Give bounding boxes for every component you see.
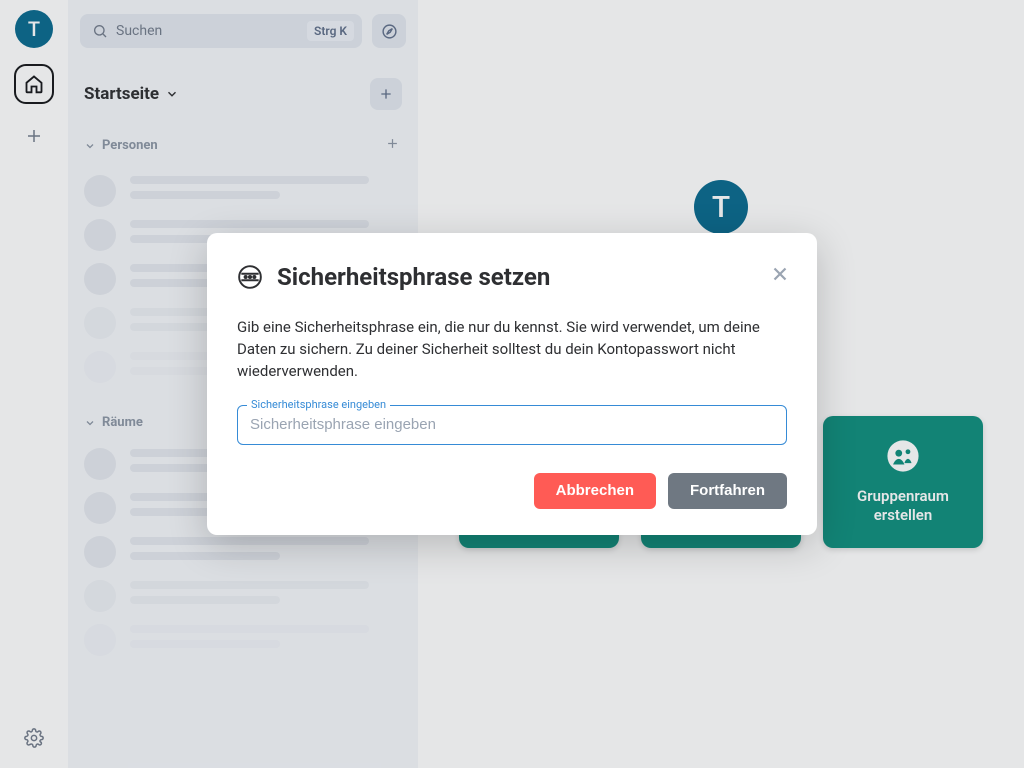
security-phrase-dialog: Sicherheitsphrase setzen Gib eine Sicher… bbox=[207, 233, 817, 534]
cancel-button[interactable]: Abbrechen bbox=[534, 473, 656, 509]
close-icon bbox=[769, 263, 791, 285]
modal-scrim: Sicherheitsphrase setzen Gib eine Sicher… bbox=[0, 0, 1024, 768]
close-button[interactable] bbox=[765, 259, 795, 293]
secure-backup-icon bbox=[237, 264, 263, 290]
field-label: Sicherheitsphrase eingeben bbox=[247, 398, 390, 411]
dialog-body: Gib eine Sicherheitsphrase ein, die nur … bbox=[237, 317, 787, 382]
continue-button[interactable]: Fortfahren bbox=[668, 473, 787, 509]
dialog-title: Sicherheitsphrase setzen bbox=[277, 263, 550, 291]
security-phrase-input[interactable] bbox=[237, 405, 787, 445]
